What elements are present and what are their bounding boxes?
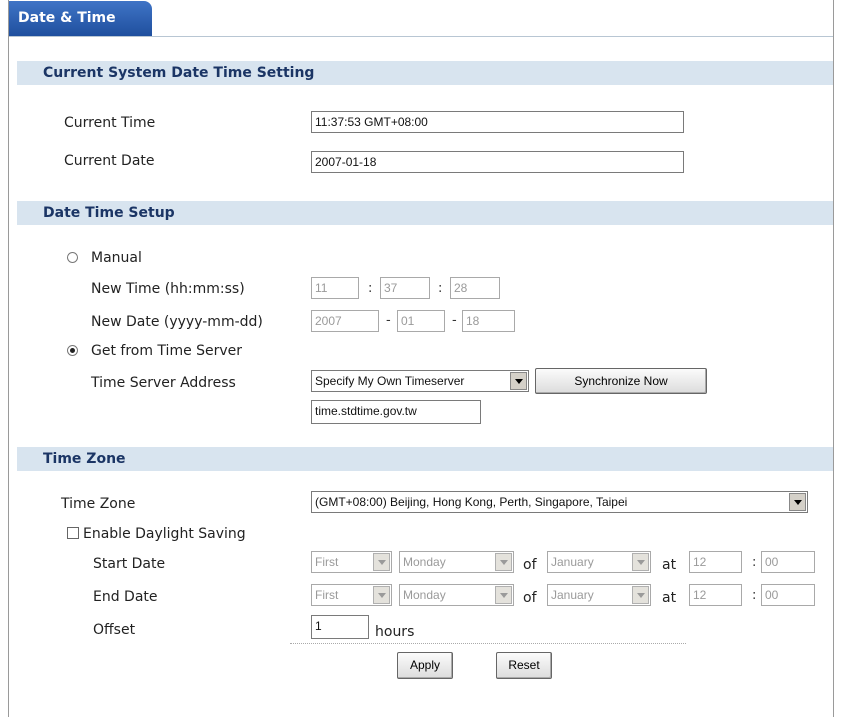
new-date-day-input[interactable]: 18 [462,310,515,332]
end-month-value: January [551,588,594,602]
start-date-label: Start Date [93,556,166,572]
section-date-time-setup: Date Time Setup [17,201,833,225]
time-colon: : [752,555,757,570]
daylight-saving-checkbox[interactable] [67,527,79,539]
time-zone-select[interactable]: (GMT+08:00) Beijing, Hong Kong, Perth, S… [311,491,808,513]
divider [290,643,686,644]
chevron-down-icon[interactable] [789,493,806,511]
new-date-month-input[interactable]: 01 [397,310,445,332]
new-time-label: New Time (hh:mm:ss) [91,281,245,297]
manual-radio[interactable] [67,252,78,263]
time-colon: : [752,588,757,603]
time-server-radio[interactable] [67,345,78,356]
daylight-saving-label: Enable Daylight Saving [83,526,246,542]
of-text: of [523,590,537,606]
synchronize-now-button[interactable]: Synchronize Now [535,368,707,394]
tab-strip: Date & Time [9,0,833,37]
time-separator: : [438,281,443,296]
section-time-zone: Time Zone [17,447,833,471]
start-week-value: First [315,555,339,569]
tab-date-time[interactable]: Date & Time [9,1,152,36]
time-server-address-label: Time Server Address [91,375,236,391]
start-week-select[interactable]: First [311,551,392,573]
manual-label: Manual [91,250,142,266]
start-month-select[interactable]: January [547,551,651,573]
reset-button[interactable]: Reset [496,652,552,679]
hours-text: hours [375,624,415,640]
config-frame: Date & Time Current System Date Time Set… [8,0,834,717]
chevron-down-icon[interactable] [495,586,512,604]
chevron-down-icon[interactable] [373,586,390,604]
current-time-label: Current Time [64,115,156,131]
date-separator: - [386,313,391,328]
end-day-value: Monday [403,588,446,602]
new-time-minute-input[interactable]: 37 [380,277,430,299]
current-date-field: 2007-01-18 [311,151,684,173]
offset-input[interactable]: 1 [311,615,369,639]
chevron-down-icon[interactable] [495,553,512,571]
chevron-down-icon[interactable] [510,372,527,390]
end-minute-input[interactable]: 00 [761,584,815,606]
apply-button[interactable]: Apply [397,652,453,679]
at-text: at [662,557,677,573]
new-time-hour-input[interactable]: 11 [311,277,359,299]
date-separator: - [452,313,457,328]
chevron-down-icon[interactable] [632,553,649,571]
new-time-second-input[interactable]: 28 [450,277,500,299]
chevron-down-icon[interactable] [632,586,649,604]
time-server-select-value: Specify My Own Timeserver [315,374,465,388]
offset-label: Offset [93,622,136,638]
start-month-value: January [551,555,594,569]
current-date-label: Current Date [64,153,155,169]
end-hour-input[interactable]: 12 [689,584,742,606]
chevron-down-icon[interactable] [373,553,390,571]
end-week-select[interactable]: First [311,584,392,606]
start-day-select[interactable]: Monday [399,551,514,573]
time-server-host-input[interactable]: time.stdtime.gov.tw [311,400,481,424]
end-date-label: End Date [93,589,158,605]
time-server-label: Get from Time Server [91,343,243,359]
end-day-select[interactable]: Monday [399,584,514,606]
start-minute-input[interactable]: 00 [761,551,815,573]
time-separator: : [368,281,373,296]
end-month-select[interactable]: January [547,584,651,606]
time-server-select[interactable]: Specify My Own Timeserver [311,370,529,392]
new-date-year-input[interactable]: 2007 [311,310,379,332]
time-zone-label: Time Zone [61,496,136,512]
section-current-system: Current System Date Time Setting [17,61,833,85]
new-date-label: New Date (yyyy-mm-dd) [91,314,263,330]
of-text: of [523,557,537,573]
current-time-field: 11:37:53 GMT+08:00 [311,111,684,133]
at-text: at [662,590,677,606]
end-week-value: First [315,588,339,602]
time-zone-select-value: (GMT+08:00) Beijing, Hong Kong, Perth, S… [315,495,628,509]
start-day-value: Monday [403,555,446,569]
start-hour-input[interactable]: 12 [689,551,742,573]
